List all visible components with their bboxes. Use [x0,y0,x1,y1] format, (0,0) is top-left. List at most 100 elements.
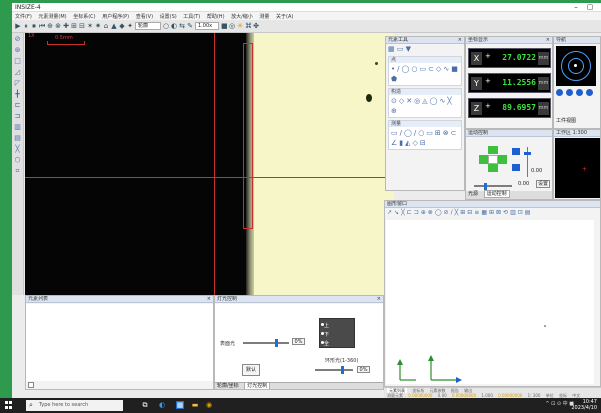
minus-box-icon[interactable]: ⊟ [79,22,85,30]
camera-view[interactable]: 1X 0.5mm [25,33,394,295]
ring-radio-top[interactable] [321,323,324,326]
diamond-icon[interactable]: ◇ [436,65,441,73]
workspace-view[interactable]: + [555,138,600,198]
plus-circle-icon[interactable]: ⊕ [391,107,397,115]
tab-motion[interactable]: 运动控制 [483,190,510,198]
pencil-icon[interactable]: ✎ [187,22,193,30]
surface-light-knob[interactable] [275,339,278,347]
circle-icon[interactable]: ◯ [402,65,410,73]
nav-button-1[interactable] [556,89,563,96]
intersect-icon[interactable]: ✕ [406,97,412,105]
swap-icon[interactable]: ⇆ [179,22,185,30]
chrome-icon[interactable]: ◉ [205,401,213,409]
folder-icon[interactable]: ▬ [191,401,199,409]
tool-icon-4[interactable]: ◿ [14,68,22,76]
m-minus-icon[interactable]: ⊟ [420,139,426,147]
maximize-button[interactable]: ▢ [584,3,596,12]
jog-up-button[interactable] [488,146,498,154]
y-coordinate[interactable]: Y + 11.2556 mm [468,73,551,93]
profile-select[interactable]: 轮廓 [135,22,161,30]
circle-icon[interactable]: ○ [163,22,169,30]
tool-icon-9[interactable]: ▥ [14,123,22,131]
up-icon[interactable]: ▲ [111,22,117,30]
tool-icon-5[interactable]: ◸ [14,79,22,87]
jog-left-button[interactable] [479,155,488,164]
tool-icon-8[interactable]: ⊐ [14,112,22,120]
tab-contour[interactable]: 轮廓/坐标 [217,383,239,389]
m-circle-icon[interactable]: ◯ [404,129,412,137]
circle2-icon[interactable]: ◯ [430,97,438,105]
feed-slider-knob[interactable] [484,183,487,190]
g-box-icon[interactable]: ⊠ [496,209,501,218]
zoom-select[interactable]: 1.00x [195,22,219,30]
tab-light-control[interactable]: 灯光控制 [244,382,271,389]
tool-icon-7[interactable]: ⊏ [14,101,22,109]
line-icon[interactable]: / [397,65,399,73]
g-pattern-icon[interactable]: ▦ [481,209,487,218]
run-icon[interactable]: ▶ [15,22,21,30]
z-down-button[interactable] [512,164,520,171]
m-line2-icon[interactable]: / [414,129,416,137]
ring-opt-all[interactable]: 全 [324,340,329,347]
surface-light-slider[interactable] [243,342,289,344]
g-times-icon[interactable]: ⊗ [428,209,433,218]
tool-icon-10[interactable]: ▤ [14,134,22,142]
ring-radio-all[interactable] [321,341,324,344]
g-bracket-icon[interactable]: ⊏ [407,209,412,218]
ring-light-slider[interactable] [315,369,353,371]
stop-icon[interactable]: ⏹ [31,22,37,30]
taskbar-clock[interactable]: 10:47 2023/4/10 [571,399,597,411]
edge-icon[interactable]: ◐ [158,401,166,409]
motion-settings-button[interactable]: 设置 [536,180,550,188]
g-x2-icon[interactable]: ╳ [455,209,459,218]
tool-icon-1[interactable]: ⊘ [14,35,22,43]
x-coordinate[interactable]: X + 27.0722 mm [468,48,551,68]
g-frame-icon[interactable]: ⊡ [518,209,523,218]
g-bars2-icon[interactable]: ▤ [525,209,531,218]
cancel-icon[interactable]: ⊗ [55,22,61,30]
g-line-icon[interactable]: ∕ [451,209,453,218]
tool-icon-2[interactable]: ⊛ [14,46,22,54]
tool-icon-11[interactable]: ╳ [14,145,22,153]
square-icon[interactable]: ■ [221,22,228,30]
minimize-button[interactable]: – [570,3,582,12]
tab-light[interactable]: 光源 [468,191,478,197]
windows-start-icon[interactable] [5,401,13,409]
graphic-canvas[interactable] [386,220,594,384]
m-diamond-icon[interactable]: ◇ [413,139,418,147]
jog-right-button[interactable] [498,155,507,164]
close-icon[interactable]: × [377,296,381,302]
ring-light-value[interactable]: 0% [357,366,370,373]
star-icon[interactable]: ✶ [87,22,93,30]
plus-box-icon[interactable]: ⊞ [71,22,77,30]
nav-button-4[interactable] [586,89,593,96]
rewind-icon[interactable]: ⏮ [39,22,45,30]
close-icon[interactable]: × [458,37,462,43]
speed-slider-knob[interactable] [524,152,531,155]
task-view-icon[interactable]: ⧉ [141,401,149,409]
ellipse-icon[interactable]: ○ [411,65,417,73]
edge-detect-box[interactable] [243,43,253,229]
target-icon[interactable]: ⊕ [47,22,53,30]
g-minus-icon[interactable]: ⊟ [467,209,472,218]
surface-light-value[interactable]: 0% [292,338,305,345]
nav-minimap[interactable] [556,46,596,86]
g-bracket2-icon[interactable]: ⊐ [414,209,419,218]
feed-slider[interactable] [474,185,512,187]
cross2-icon[interactable]: ╳ [447,97,451,105]
wave-icon[interactable]: ∿ [439,97,445,105]
m-angle-icon[interactable]: ∠ [391,139,397,147]
flower-icon[interactable]: ✤ [253,22,259,30]
star2-icon[interactable]: ✷ [95,22,101,30]
taskbar-search[interactable]: ⌕ Type here to search [26,400,123,411]
jog-center-button[interactable] [488,155,498,164]
system-tray[interactable]: ^ ⊡ ⊙ 中 ■ [545,400,574,407]
sparkle-icon[interactable]: ✦ [127,22,133,30]
command-icon[interactable]: ⌘ [245,22,252,30]
g-circle-icon[interactable]: ◯ [435,209,442,218]
jog-down-button[interactable] [488,164,498,172]
m-arc-icon[interactable]: ⊂ [451,129,457,137]
ring-opt-top[interactable]: 上 [324,322,329,329]
m-rect-icon[interactable]: ▭ [391,129,398,137]
tool-icon-6[interactable]: ╋ [14,90,22,98]
